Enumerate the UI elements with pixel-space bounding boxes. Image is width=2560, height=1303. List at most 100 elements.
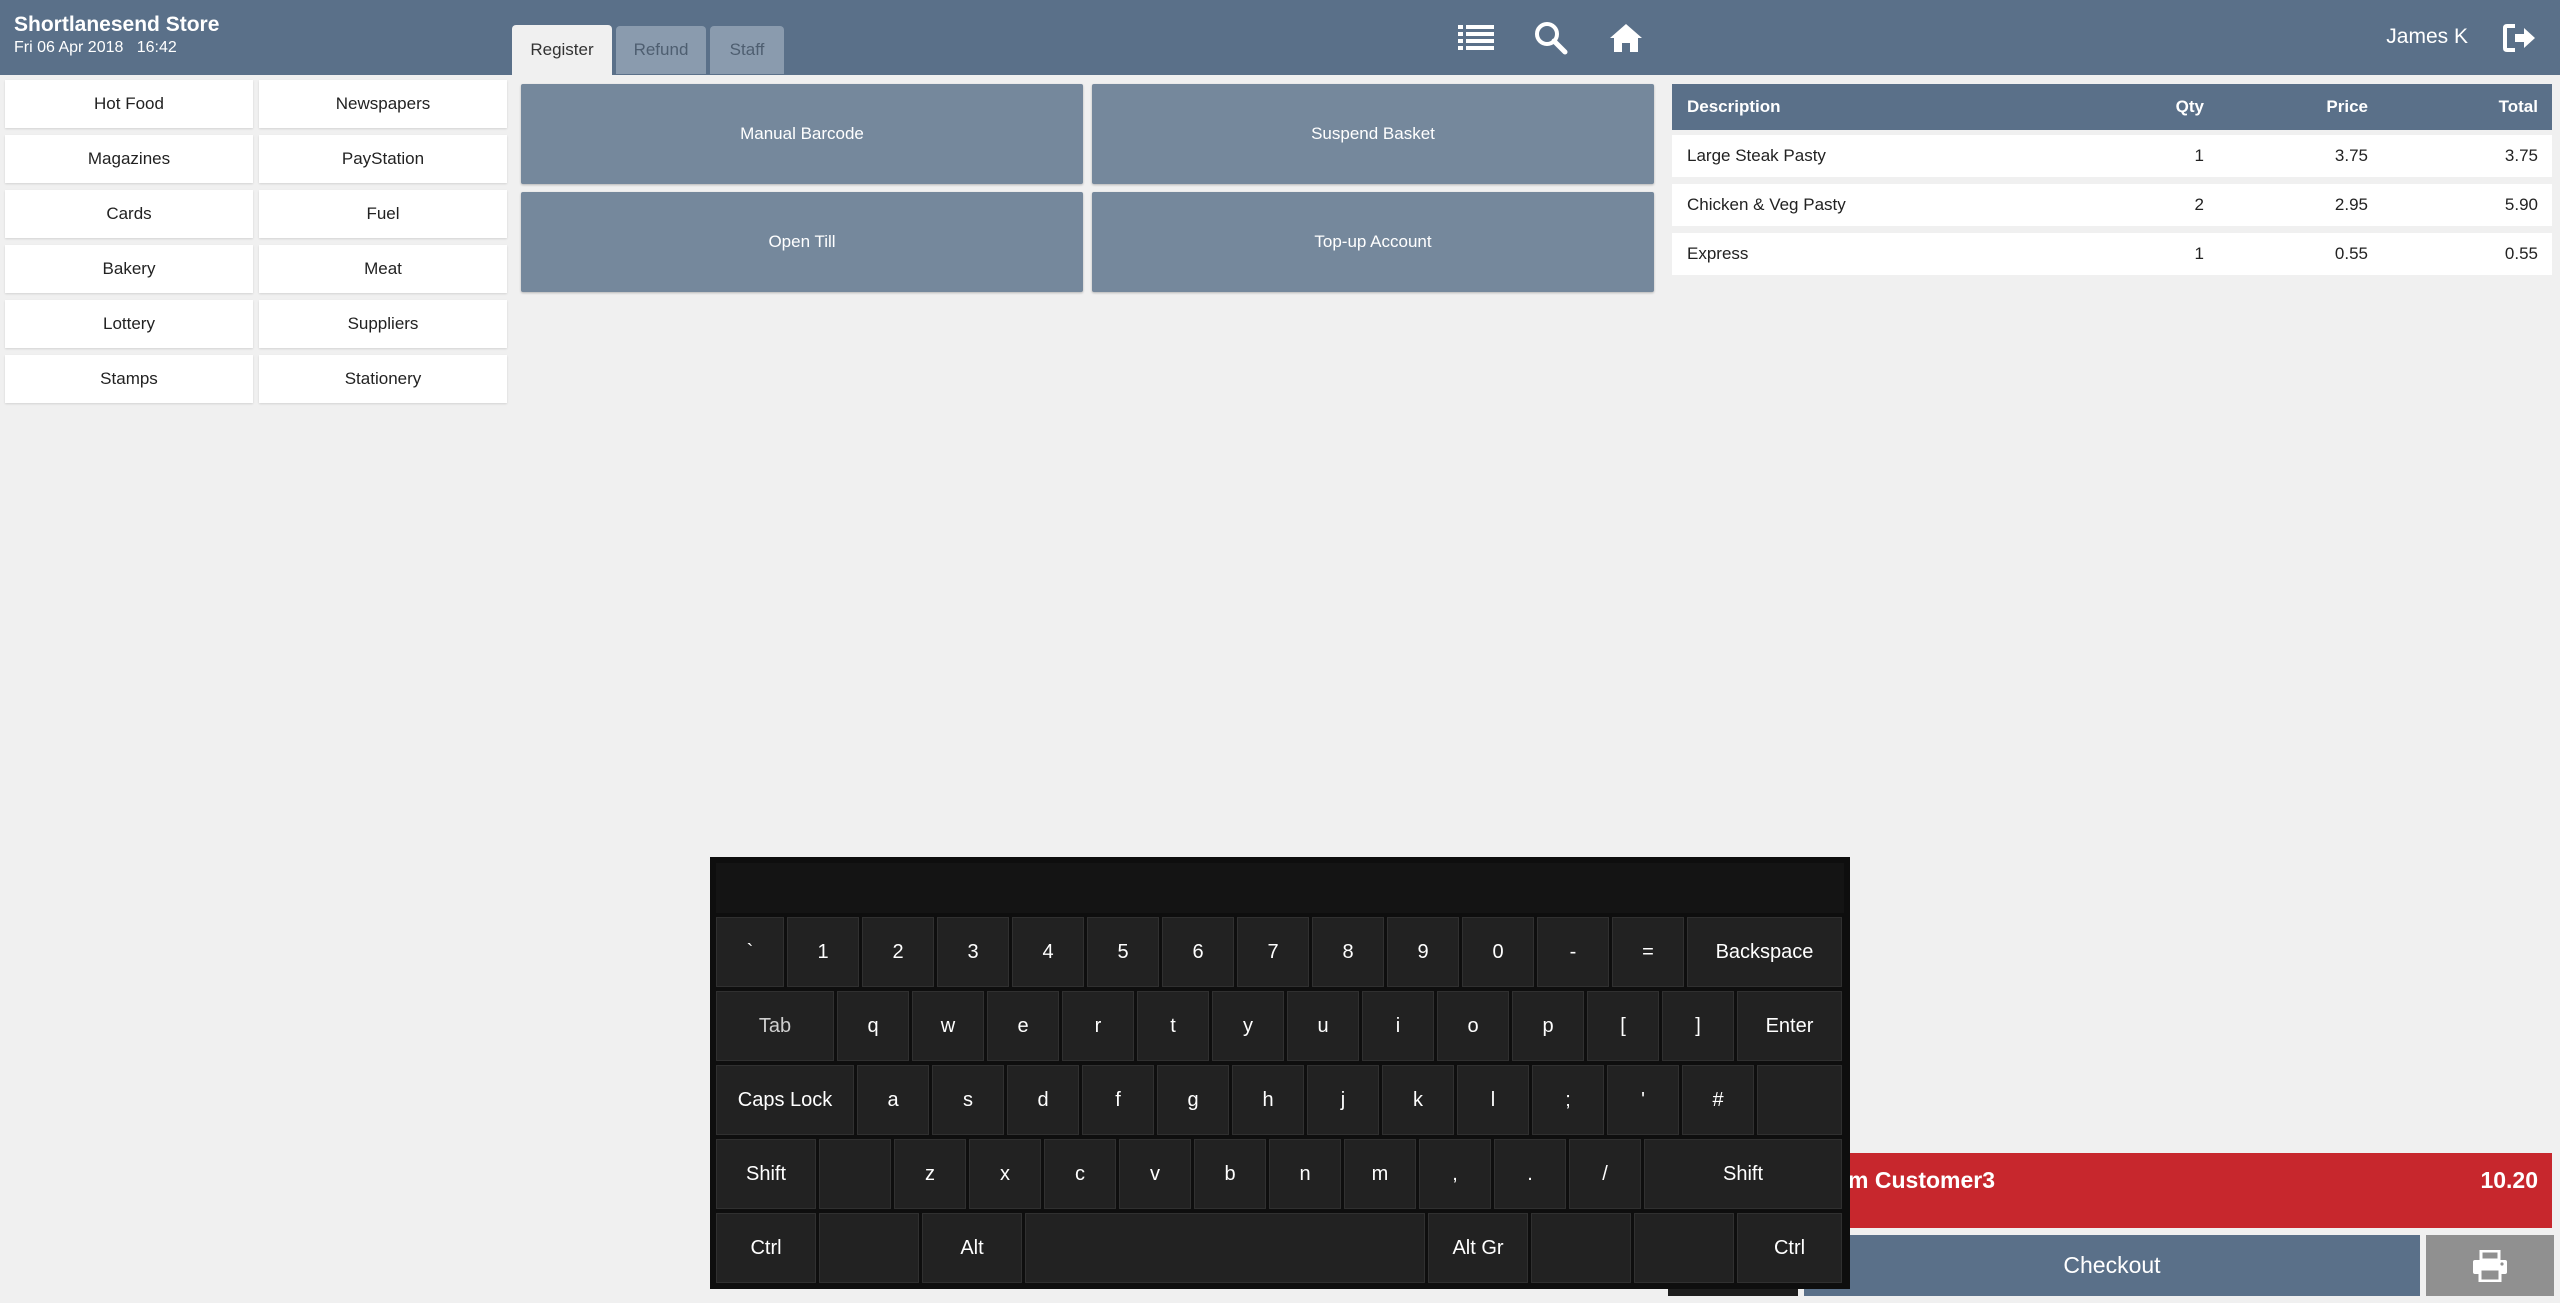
- key-9[interactable]: 9: [1387, 917, 1459, 987]
- tab-staff[interactable]: Staff: [710, 26, 784, 74]
- tab-register[interactable]: Register: [512, 25, 612, 75]
- category-hot-food[interactable]: Hot Food: [5, 80, 253, 128]
- key-e[interactable]: e: [987, 991, 1059, 1061]
- key-caps-lock[interactable]: Caps Lock: [716, 1065, 854, 1135]
- key-i[interactable]: i: [1362, 991, 1434, 1061]
- key-p[interactable]: p: [1512, 991, 1584, 1061]
- category-suppliers[interactable]: Suppliers: [259, 300, 507, 348]
- category-bakery[interactable]: Bakery: [5, 245, 253, 293]
- key-l[interactable]: l: [1457, 1065, 1529, 1135]
- key-blank[interactable]: [1634, 1213, 1734, 1283]
- tab-refund[interactable]: Refund: [616, 26, 706, 74]
- key-period[interactable]: .: [1494, 1139, 1566, 1209]
- key-b[interactable]: b: [1194, 1139, 1266, 1209]
- store-date: Fri 06 Apr 2018: [14, 39, 124, 56]
- key-minus[interactable]: -: [1537, 917, 1609, 987]
- key-left-bracket[interactable]: [: [1587, 991, 1659, 1061]
- key-o[interactable]: o: [1437, 991, 1509, 1061]
- key-semicolon[interactable]: ;: [1532, 1065, 1604, 1135]
- category-newspapers[interactable]: Newspapers: [259, 80, 507, 128]
- basket-row[interactable]: Large Steak Pasty 1 3.75 3.75: [1672, 135, 2552, 177]
- category-stamps[interactable]: Stamps: [5, 355, 253, 403]
- category-fuel[interactable]: Fuel: [259, 190, 507, 238]
- key-left-ctrl[interactable]: Ctrl: [716, 1213, 816, 1283]
- key-k[interactable]: k: [1382, 1065, 1454, 1135]
- key-right-shift[interactable]: Shift: [1644, 1139, 1842, 1209]
- key-backtick[interactable]: `: [716, 917, 784, 987]
- category-lottery[interactable]: Lottery: [5, 300, 253, 348]
- key-right-ctrl[interactable]: Ctrl: [1737, 1213, 1842, 1283]
- key-h[interactable]: h: [1232, 1065, 1304, 1135]
- current-user: James K: [2386, 25, 2468, 48]
- key-x[interactable]: x: [969, 1139, 1041, 1209]
- key-4[interactable]: 4: [1012, 917, 1084, 987]
- key-f[interactable]: f: [1082, 1065, 1154, 1135]
- key-alt-gr[interactable]: Alt Gr: [1428, 1213, 1528, 1283]
- key-enter[interactable]: Enter: [1737, 991, 1842, 1061]
- basket-row[interactable]: Express 1 0.55 0.55: [1672, 233, 2552, 275]
- key-n[interactable]: n: [1269, 1139, 1341, 1209]
- key-right-bracket[interactable]: ]: [1662, 991, 1734, 1061]
- item-description: Large Steak Pasty: [1687, 146, 1826, 165]
- top-bar: Shortlanesend Store Fri 06 Apr 2018 16:4…: [0, 0, 2560, 75]
- key-left-shift[interactable]: Shift: [716, 1139, 816, 1209]
- key-blank[interactable]: [819, 1139, 891, 1209]
- logout-icon[interactable]: [2500, 18, 2540, 58]
- print-button[interactable]: [2426, 1235, 2554, 1296]
- key-w[interactable]: w: [912, 991, 984, 1061]
- category-paystation[interactable]: PayStation: [259, 135, 507, 183]
- search-icon[interactable]: [1531, 18, 1571, 58]
- key-comma[interactable]: ,: [1419, 1139, 1491, 1209]
- key-tab[interactable]: Tab: [716, 991, 834, 1061]
- key-q[interactable]: q: [837, 991, 909, 1061]
- category-magazines[interactable]: Magazines: [5, 135, 253, 183]
- key-blank[interactable]: [1757, 1065, 1842, 1135]
- key-6[interactable]: 6: [1162, 917, 1234, 987]
- key-slash[interactable]: /: [1569, 1139, 1641, 1209]
- key-5[interactable]: 5: [1087, 917, 1159, 987]
- key-y[interactable]: y: [1212, 991, 1284, 1061]
- key-equals[interactable]: =: [1612, 917, 1684, 987]
- key-alt[interactable]: Alt: [922, 1213, 1022, 1283]
- key-2[interactable]: 2: [862, 917, 934, 987]
- key-t[interactable]: t: [1137, 991, 1209, 1061]
- key-hash[interactable]: #: [1682, 1065, 1754, 1135]
- printer-icon: [2473, 1249, 2507, 1282]
- category-stationery[interactable]: Stationery: [259, 355, 507, 403]
- key-blank[interactable]: [819, 1213, 919, 1283]
- item-qty: 2: [2194, 195, 2204, 214]
- key-u[interactable]: u: [1287, 991, 1359, 1061]
- key-g[interactable]: g: [1157, 1065, 1229, 1135]
- key-3[interactable]: 3: [937, 917, 1009, 987]
- item-price: 2.95: [2334, 195, 2368, 214]
- key-1[interactable]: 1: [787, 917, 859, 987]
- key-0[interactable]: 0: [1462, 917, 1534, 987]
- item-description: Express: [1687, 244, 1749, 263]
- key-c[interactable]: c: [1044, 1139, 1116, 1209]
- key-8[interactable]: 8: [1312, 917, 1384, 987]
- key-backspace[interactable]: Backspace: [1687, 917, 1842, 987]
- key-apostrophe[interactable]: ': [1607, 1065, 1679, 1135]
- key-blank[interactable]: [1531, 1213, 1631, 1283]
- basket-row[interactable]: Chicken & Veg Pasty 2 2.95 5.90: [1672, 184, 2552, 226]
- category-meat[interactable]: Meat: [259, 245, 507, 293]
- key-7[interactable]: 7: [1237, 917, 1309, 987]
- top-up-account-button[interactable]: Top-up Account: [1092, 192, 1654, 292]
- key-v[interactable]: v: [1119, 1139, 1191, 1209]
- key-s[interactable]: s: [932, 1065, 1004, 1135]
- key-z[interactable]: z: [894, 1139, 966, 1209]
- open-till-button[interactable]: Open Till: [521, 192, 1083, 292]
- suspend-basket-button[interactable]: Suspend Basket: [1092, 84, 1654, 184]
- checkout-button[interactable]: Checkout: [1804, 1235, 2420, 1296]
- keyboard-input-display[interactable]: [716, 863, 1844, 913]
- list-icon[interactable]: [1456, 18, 1496, 58]
- key-j[interactable]: j: [1307, 1065, 1379, 1135]
- key-space[interactable]: [1025, 1213, 1425, 1283]
- key-r[interactable]: r: [1062, 991, 1134, 1061]
- key-d[interactable]: d: [1007, 1065, 1079, 1135]
- key-a[interactable]: a: [857, 1065, 929, 1135]
- manual-barcode-button[interactable]: Manual Barcode: [521, 84, 1083, 184]
- key-m[interactable]: m: [1344, 1139, 1416, 1209]
- home-icon[interactable]: [1606, 18, 1646, 58]
- category-cards[interactable]: Cards: [5, 190, 253, 238]
